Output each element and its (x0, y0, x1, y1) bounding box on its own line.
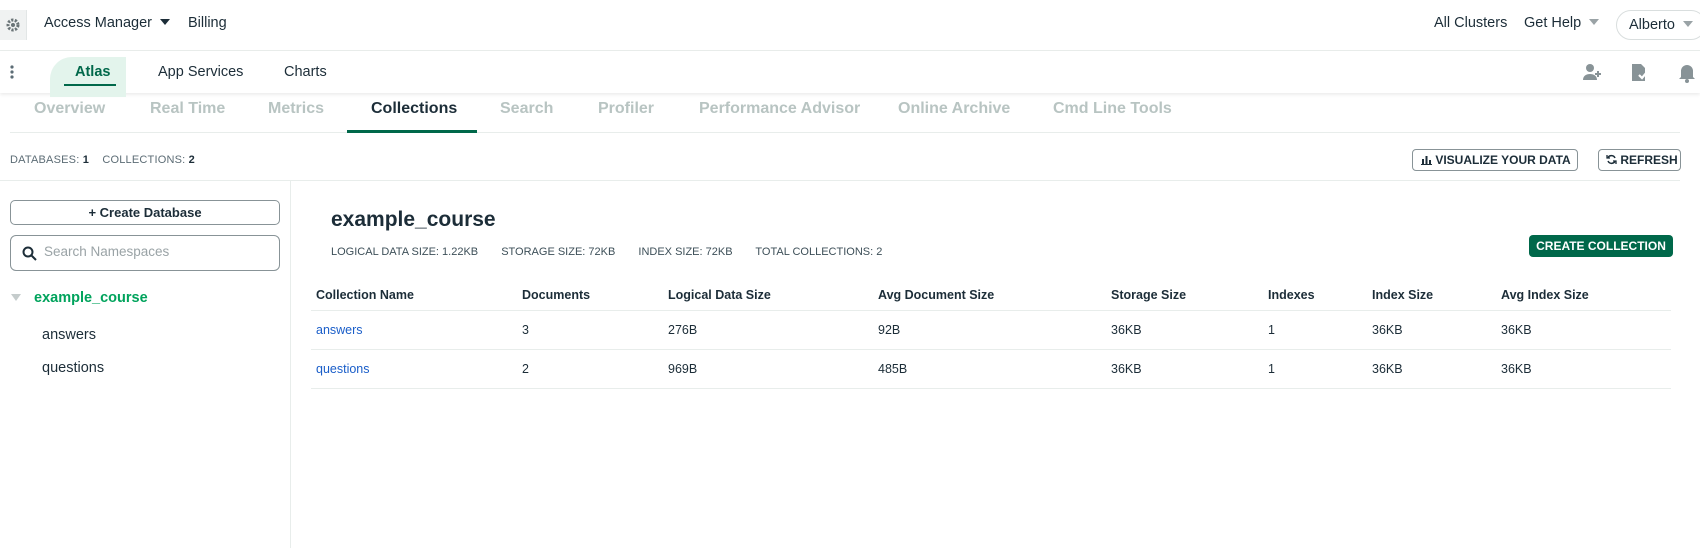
databases-count-value: 1 (82, 154, 90, 166)
refresh-icon (1606, 154, 1617, 165)
refresh-button[interactable]: REFRESH (1598, 149, 1681, 171)
table-cell: 36KB (1367, 310, 1496, 350)
database-title: example_course (331, 208, 496, 231)
table-cell: 3 (517, 310, 663, 350)
project-nav: Atlas App Services Charts (0, 51, 1700, 97)
create-database-button[interactable]: + Create Database (10, 200, 280, 225)
header-divider (0, 180, 1680, 181)
column-header[interactable]: Logical Data Size (663, 282, 873, 311)
caret-down-icon (1682, 21, 1693, 27)
visualize-data-label: VISUALIZE YOUR DATA (1435, 153, 1571, 167)
bell-icon[interactable] (1676, 61, 1698, 83)
org-menu-label: Access Manager (44, 15, 152, 31)
collections-count-label: COLLECTIONS: (102, 154, 186, 166)
column-header[interactable]: Indexes (1263, 282, 1367, 311)
tab-app-services[interactable]: App Services (158, 64, 243, 80)
namespace-counts: DATABASES: 1 COLLECTIONS: 2 (10, 154, 205, 166)
atlas-tab-underline (64, 84, 116, 86)
column-header[interactable]: Storage Size (1106, 282, 1263, 311)
activity-feed-icon[interactable] (1628, 61, 1650, 83)
database-stats: LOGICAL DATA SIZE: 1.22KB STORAGE SIZE: … (331, 246, 902, 258)
tab-atlas[interactable]: Atlas (75, 64, 110, 80)
table-cell: 969B (663, 349, 873, 389)
get-help-menu[interactable]: Get Help (1524, 15, 1600, 31)
stat-index-size: INDEX SIZE: 72KB (638, 246, 733, 258)
collection-link-questions[interactable]: questions (311, 349, 517, 389)
tab-metrics[interactable]: Metrics (268, 100, 324, 118)
tab-performance-advisor[interactable]: Performance Advisor (699, 100, 860, 118)
sidebar-database-example-course[interactable]: example_course (34, 290, 148, 306)
column-header[interactable]: Avg Index Size (1496, 282, 1671, 311)
tab-cmd-line-tools[interactable]: Cmd Line Tools (1053, 100, 1172, 118)
bar-chart-icon (1421, 156, 1432, 165)
table-cell: 2 (517, 349, 663, 389)
collapse-caret-icon[interactable] (11, 294, 21, 301)
stat-storage-size: STORAGE SIZE: 72KB (501, 246, 616, 258)
table-row: answers 3 276B 92B 36KB 1 36KB 36KB (311, 310, 1671, 350)
collections-count-value: 2 (188, 154, 195, 166)
collections-table: Collection Name Documents Logical Data S… (311, 282, 1671, 389)
stat-total-collections: TOTAL COLLECTIONS: 2 (755, 246, 883, 258)
user-name: Alberto (1629, 17, 1675, 33)
table-cell: 92B (873, 310, 1106, 350)
top-bar: Access Manager Billing All Clusters Get … (0, 0, 1700, 51)
column-header[interactable]: Collection Name (311, 282, 517, 311)
visualize-data-button[interactable]: VISUALIZE YOUR DATA (1412, 149, 1578, 171)
table-header-row: Collection Name Documents Logical Data S… (311, 282, 1671, 311)
table-cell: 1 (1263, 310, 1367, 350)
column-header[interactable]: Avg Document Size (873, 282, 1106, 311)
invite-user-icon[interactable] (1581, 61, 1603, 83)
create-collection-button[interactable]: CREATE COLLECTION (1529, 235, 1673, 257)
table-row: questions 2 969B 485B 36KB 1 36KB 36KB (311, 349, 1671, 389)
table-cell: 36KB (1496, 310, 1671, 350)
tab-charts[interactable]: Charts (284, 64, 327, 80)
collection-link-answers[interactable]: answers (311, 310, 517, 350)
tab-online-archive[interactable]: Online Archive (898, 100, 1010, 118)
search-icon (22, 246, 37, 261)
table-cell: 36KB (1106, 310, 1263, 350)
namespace-search (10, 235, 280, 271)
refresh-label: REFRESH (1620, 153, 1678, 167)
all-clusters-link[interactable]: All Clusters (1434, 15, 1507, 31)
column-header[interactable]: Index Size (1367, 282, 1496, 311)
tab-real-time[interactable]: Real Time (150, 100, 225, 118)
billing-link[interactable]: Billing (188, 15, 227, 31)
settings-gear-icon[interactable] (0, 10, 27, 40)
sidebar-collection-questions[interactable]: questions (42, 360, 104, 376)
table-cell: 36KB (1106, 349, 1263, 389)
table-cell: 485B (873, 349, 1106, 389)
stat-logical-data-size: LOGICAL DATA SIZE: 1.22KB (331, 246, 479, 258)
active-tab-indicator (347, 130, 477, 133)
tabs-divider (10, 132, 1680, 133)
caret-down-icon (1589, 19, 1600, 25)
table-cell: 36KB (1367, 349, 1496, 389)
user-menu-button[interactable]: Alberto (1616, 10, 1700, 40)
table-cell: 1 (1263, 349, 1367, 389)
tab-search[interactable]: Search (500, 100, 553, 118)
kebab-menu-icon[interactable] (10, 65, 14, 79)
tab-profiler[interactable]: Profiler (598, 100, 654, 118)
tab-collections[interactable]: Collections (371, 100, 457, 118)
table-cell: 276B (663, 310, 873, 350)
databases-count-label: DATABASES: (10, 154, 80, 166)
get-help-label: Get Help (1524, 15, 1582, 31)
sidebar-divider (290, 181, 291, 548)
caret-down-icon (160, 19, 170, 25)
column-header[interactable]: Documents (517, 282, 663, 311)
table-cell: 36KB (1496, 349, 1671, 389)
tab-overview[interactable]: Overview (34, 100, 105, 118)
search-namespaces-input[interactable] (44, 244, 264, 259)
org-menu[interactable]: Access Manager (44, 15, 170, 31)
sidebar-collection-answers[interactable]: answers (42, 327, 96, 343)
